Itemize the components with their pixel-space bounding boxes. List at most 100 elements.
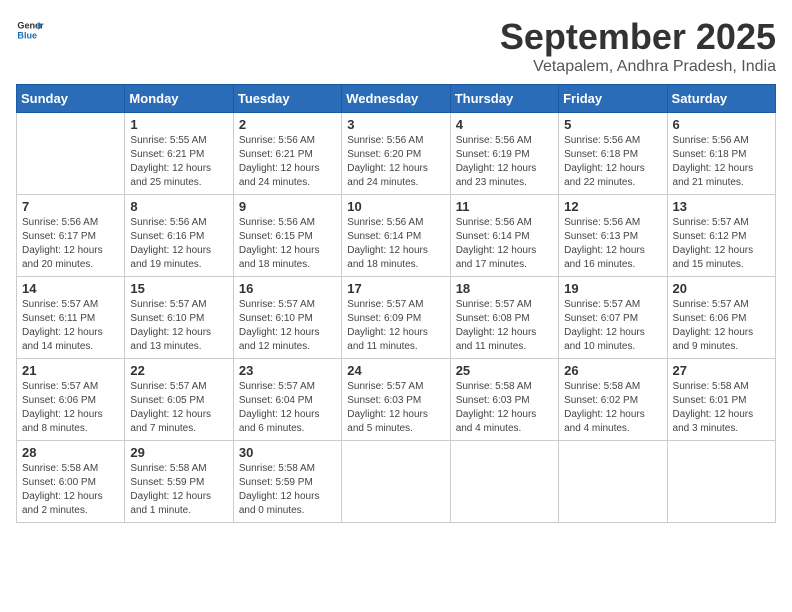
cell-info: Sunrise: 5:56 AMSunset: 6:13 PMDaylight:… [564, 216, 661, 272]
cell-info: Sunrise: 5:56 AMSunset: 6:17 PMDaylight:… [22, 216, 119, 272]
cell-date: 23 [239, 363, 336, 378]
calendar-cell: 18 Sunrise: 5:57 AMSunset: 6:08 PMDaylig… [450, 277, 558, 359]
header-wednesday: Wednesday [342, 85, 450, 113]
calendar-cell: 21 Sunrise: 5:57 AMSunset: 6:06 PMDaylig… [17, 359, 125, 441]
cell-info: Sunrise: 5:56 AMSunset: 6:15 PMDaylight:… [239, 216, 336, 272]
calendar-cell [450, 441, 558, 523]
month-title: September 2025 [500, 16, 776, 58]
calendar-cell: 15 Sunrise: 5:57 AMSunset: 6:10 PMDaylig… [125, 277, 233, 359]
cell-info: Sunrise: 5:58 AMSunset: 6:02 PMDaylight:… [564, 380, 661, 436]
calendar-cell: 22 Sunrise: 5:57 AMSunset: 6:05 PMDaylig… [125, 359, 233, 441]
calendar-cell: 17 Sunrise: 5:57 AMSunset: 6:09 PMDaylig… [342, 277, 450, 359]
header-sunday: Sunday [17, 85, 125, 113]
calendar-cell: 23 Sunrise: 5:57 AMSunset: 6:04 PMDaylig… [233, 359, 341, 441]
cell-info: Sunrise: 5:58 AMSunset: 5:59 PMDaylight:… [239, 462, 336, 518]
cell-info: Sunrise: 5:57 AMSunset: 6:10 PMDaylight:… [239, 298, 336, 354]
header-friday: Friday [559, 85, 667, 113]
cell-info: Sunrise: 5:57 AMSunset: 6:12 PMDaylight:… [673, 216, 770, 272]
logo: General Blue [16, 16, 44, 44]
cell-date: 27 [673, 363, 770, 378]
cell-date: 25 [456, 363, 553, 378]
cell-info: Sunrise: 5:56 AMSunset: 6:21 PMDaylight:… [239, 134, 336, 190]
cell-date: 9 [239, 199, 336, 214]
calendar-cell: 26 Sunrise: 5:58 AMSunset: 6:02 PMDaylig… [559, 359, 667, 441]
cell-date: 22 [130, 363, 227, 378]
cell-date: 1 [130, 117, 227, 132]
calendar-cell: 30 Sunrise: 5:58 AMSunset: 5:59 PMDaylig… [233, 441, 341, 523]
cell-info: Sunrise: 5:56 AMSunset: 6:18 PMDaylight:… [673, 134, 770, 190]
calendar-week-row-2: 14 Sunrise: 5:57 AMSunset: 6:11 PMDaylig… [17, 277, 776, 359]
cell-date: 28 [22, 445, 119, 460]
calendar-week-row-3: 21 Sunrise: 5:57 AMSunset: 6:06 PMDaylig… [17, 359, 776, 441]
header-tuesday: Tuesday [233, 85, 341, 113]
cell-info: Sunrise: 5:56 AMSunset: 6:20 PMDaylight:… [347, 134, 444, 190]
calendar-cell [17, 113, 125, 195]
title-area: September 2025 Vetapalem, Andhra Pradesh… [500, 16, 776, 76]
cell-info: Sunrise: 5:57 AMSunset: 6:10 PMDaylight:… [130, 298, 227, 354]
cell-date: 6 [673, 117, 770, 132]
cell-info: Sunrise: 5:57 AMSunset: 6:04 PMDaylight:… [239, 380, 336, 436]
calendar-week-row-0: 1 Sunrise: 5:55 AMSunset: 6:21 PMDayligh… [17, 113, 776, 195]
cell-date: 21 [22, 363, 119, 378]
header: General Blue September 2025 Vetapalem, A… [16, 16, 776, 76]
cell-info: Sunrise: 5:56 AMSunset: 6:16 PMDaylight:… [130, 216, 227, 272]
cell-info: Sunrise: 5:56 AMSunset: 6:14 PMDaylight:… [456, 216, 553, 272]
calendar-cell: 3 Sunrise: 5:56 AMSunset: 6:20 PMDayligh… [342, 113, 450, 195]
cell-date: 20 [673, 281, 770, 296]
cell-date: 18 [456, 281, 553, 296]
calendar-cell: 20 Sunrise: 5:57 AMSunset: 6:06 PMDaylig… [667, 277, 775, 359]
calendar-week-row-4: 28 Sunrise: 5:58 AMSunset: 6:00 PMDaylig… [17, 441, 776, 523]
cell-info: Sunrise: 5:58 AMSunset: 6:01 PMDaylight:… [673, 380, 770, 436]
calendar-cell: 6 Sunrise: 5:56 AMSunset: 6:18 PMDayligh… [667, 113, 775, 195]
calendar-cell: 16 Sunrise: 5:57 AMSunset: 6:10 PMDaylig… [233, 277, 341, 359]
cell-date: 11 [456, 199, 553, 214]
calendar-cell: 24 Sunrise: 5:57 AMSunset: 6:03 PMDaylig… [342, 359, 450, 441]
cell-date: 30 [239, 445, 336, 460]
header-monday: Monday [125, 85, 233, 113]
calendar-cell: 10 Sunrise: 5:56 AMSunset: 6:14 PMDaylig… [342, 195, 450, 277]
calendar-cell: 19 Sunrise: 5:57 AMSunset: 6:07 PMDaylig… [559, 277, 667, 359]
calendar-cell [559, 441, 667, 523]
calendar-cell [667, 441, 775, 523]
header-thursday: Thursday [450, 85, 558, 113]
calendar-cell: 29 Sunrise: 5:58 AMSunset: 5:59 PMDaylig… [125, 441, 233, 523]
calendar-cell: 1 Sunrise: 5:55 AMSunset: 6:21 PMDayligh… [125, 113, 233, 195]
cell-date: 17 [347, 281, 444, 296]
cell-date: 14 [22, 281, 119, 296]
cell-date: 10 [347, 199, 444, 214]
calendar-cell: 9 Sunrise: 5:56 AMSunset: 6:15 PMDayligh… [233, 195, 341, 277]
cell-date: 2 [239, 117, 336, 132]
cell-info: Sunrise: 5:56 AMSunset: 6:18 PMDaylight:… [564, 134, 661, 190]
calendar-cell: 11 Sunrise: 5:56 AMSunset: 6:14 PMDaylig… [450, 195, 558, 277]
calendar-cell: 14 Sunrise: 5:57 AMSunset: 6:11 PMDaylig… [17, 277, 125, 359]
cell-date: 3 [347, 117, 444, 132]
cell-date: 19 [564, 281, 661, 296]
logo-icon: General Blue [16, 16, 44, 44]
cell-info: Sunrise: 5:58 AMSunset: 6:00 PMDaylight:… [22, 462, 119, 518]
calendar-cell [342, 441, 450, 523]
cell-info: Sunrise: 5:57 AMSunset: 6:05 PMDaylight:… [130, 380, 227, 436]
calendar-cell: 7 Sunrise: 5:56 AMSunset: 6:17 PMDayligh… [17, 195, 125, 277]
cell-date: 15 [130, 281, 227, 296]
cell-date: 29 [130, 445, 227, 460]
calendar-cell: 25 Sunrise: 5:58 AMSunset: 6:03 PMDaylig… [450, 359, 558, 441]
cell-date: 16 [239, 281, 336, 296]
cell-date: 4 [456, 117, 553, 132]
cell-date: 12 [564, 199, 661, 214]
cell-info: Sunrise: 5:57 AMSunset: 6:07 PMDaylight:… [564, 298, 661, 354]
cell-date: 24 [347, 363, 444, 378]
cell-info: Sunrise: 5:57 AMSunset: 6:09 PMDaylight:… [347, 298, 444, 354]
cell-info: Sunrise: 5:57 AMSunset: 6:06 PMDaylight:… [22, 380, 119, 436]
calendar-cell: 12 Sunrise: 5:56 AMSunset: 6:13 PMDaylig… [559, 195, 667, 277]
cell-info: Sunrise: 5:57 AMSunset: 6:03 PMDaylight:… [347, 380, 444, 436]
header-saturday: Saturday [667, 85, 775, 113]
cell-date: 7 [22, 199, 119, 214]
cell-date: 26 [564, 363, 661, 378]
location-title: Vetapalem, Andhra Pradesh, India [500, 58, 776, 76]
svg-text:Blue: Blue [17, 30, 37, 40]
cell-date: 8 [130, 199, 227, 214]
calendar-week-row-1: 7 Sunrise: 5:56 AMSunset: 6:17 PMDayligh… [17, 195, 776, 277]
calendar-cell: 8 Sunrise: 5:56 AMSunset: 6:16 PMDayligh… [125, 195, 233, 277]
cell-info: Sunrise: 5:57 AMSunset: 6:11 PMDaylight:… [22, 298, 119, 354]
calendar: Sunday Monday Tuesday Wednesday Thursday… [16, 84, 776, 523]
